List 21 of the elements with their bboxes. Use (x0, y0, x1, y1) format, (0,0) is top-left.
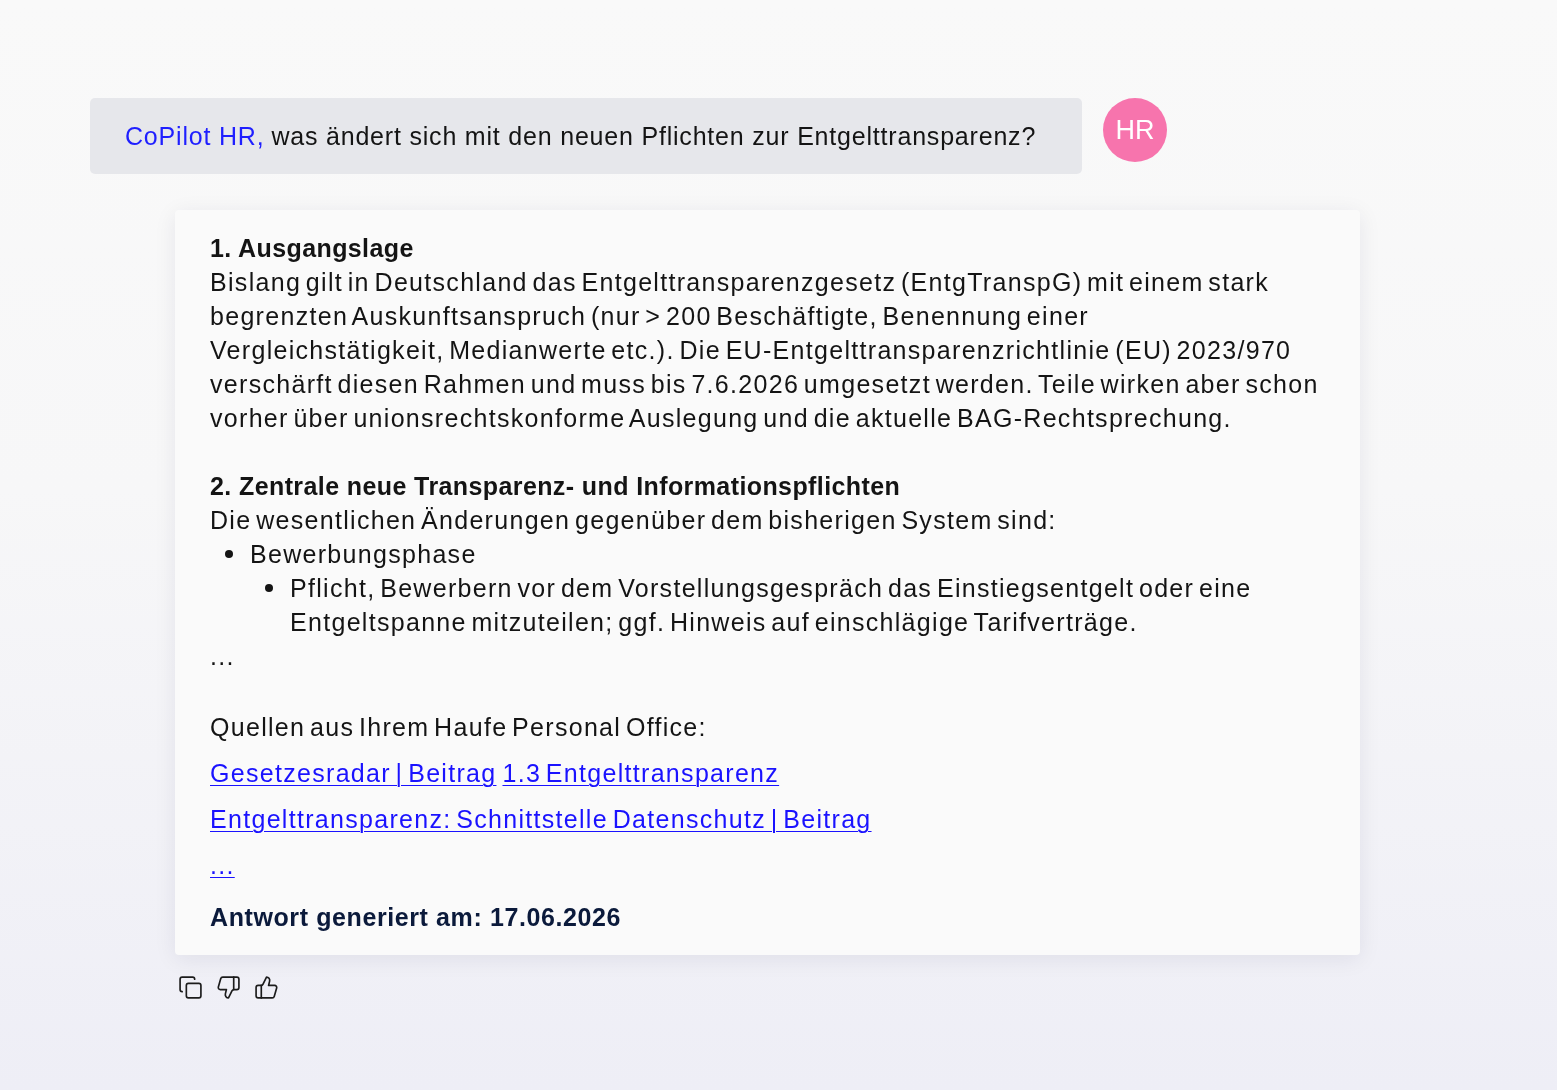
ellipsis-text: ... (210, 641, 236, 672)
source-link[interactable]: 1.3 Entgelttransparenz (502, 756, 780, 790)
source-link[interactable]: ... (210, 848, 235, 882)
copy-icon[interactable] (178, 975, 203, 1000)
user-avatar: HR (1103, 98, 1167, 162)
source-link[interactable]: Entgelttransparenz: Schnittstelle Datenschutz | Beitrag (210, 802, 872, 836)
thumbs-up-icon[interactable] (254, 975, 279, 1000)
section-paragraph: Die wesentlichen Änderungen gegenüber dem bisherigen System sind: (210, 505, 1058, 536)
section-heading: 1. Ausgangslage (210, 233, 415, 264)
list-item-text: Pflicht, Bewerbern vor dem Vorstellungsgespräch das Einstiegsentgelt oder eine Entgeltspanne mitzuteilen; ggf. Hinweis auf einschlägige Tarifverträge. (290, 573, 1253, 638)
section-heading: 2. Zentrale neue Transparenz- und Informationspflichten (210, 471, 902, 502)
thumbs-down-icon[interactable] (216, 975, 241, 1000)
mention-text: CoPilot HR, (125, 121, 265, 151)
section-paragraph: Bislang gilt in Deutschland das Entgelttransparenzgesetz (EntgTranspG) mit einem stark begrenzten Auskunftsanspruch (nur > 200 Beschäftigte, Benennung einer Vergleichstätigkeit, Medianwerte etc.). Die EU-Entgelttransparenzrichtlinie (EU) 2023/970 verschärft diesen Rahmen und muss bis 7.6.2026 umgesetzt werden. Teile wirken aber schon vorher über unionsrechtskonforme Auslegung und die aktuelle BAG-Rechtsprechung. (210, 267, 1320, 434)
bullet-icon (265, 584, 273, 592)
sources-label: Quellen aus Ihrem Haufe Personal Office: (210, 712, 708, 743)
source-link[interactable]: Gesetzesradar | Beitrag (210, 756, 497, 790)
list-item-text: Bewerbungsphase (250, 539, 478, 570)
generated-date-text: Antwort generiert am: 17.06.2026 (210, 902, 623, 933)
question-text: was ändert sich mit den neuen Pflichten zur Entgelttransparenz? (271, 121, 1037, 151)
bullet-icon (225, 550, 233, 558)
